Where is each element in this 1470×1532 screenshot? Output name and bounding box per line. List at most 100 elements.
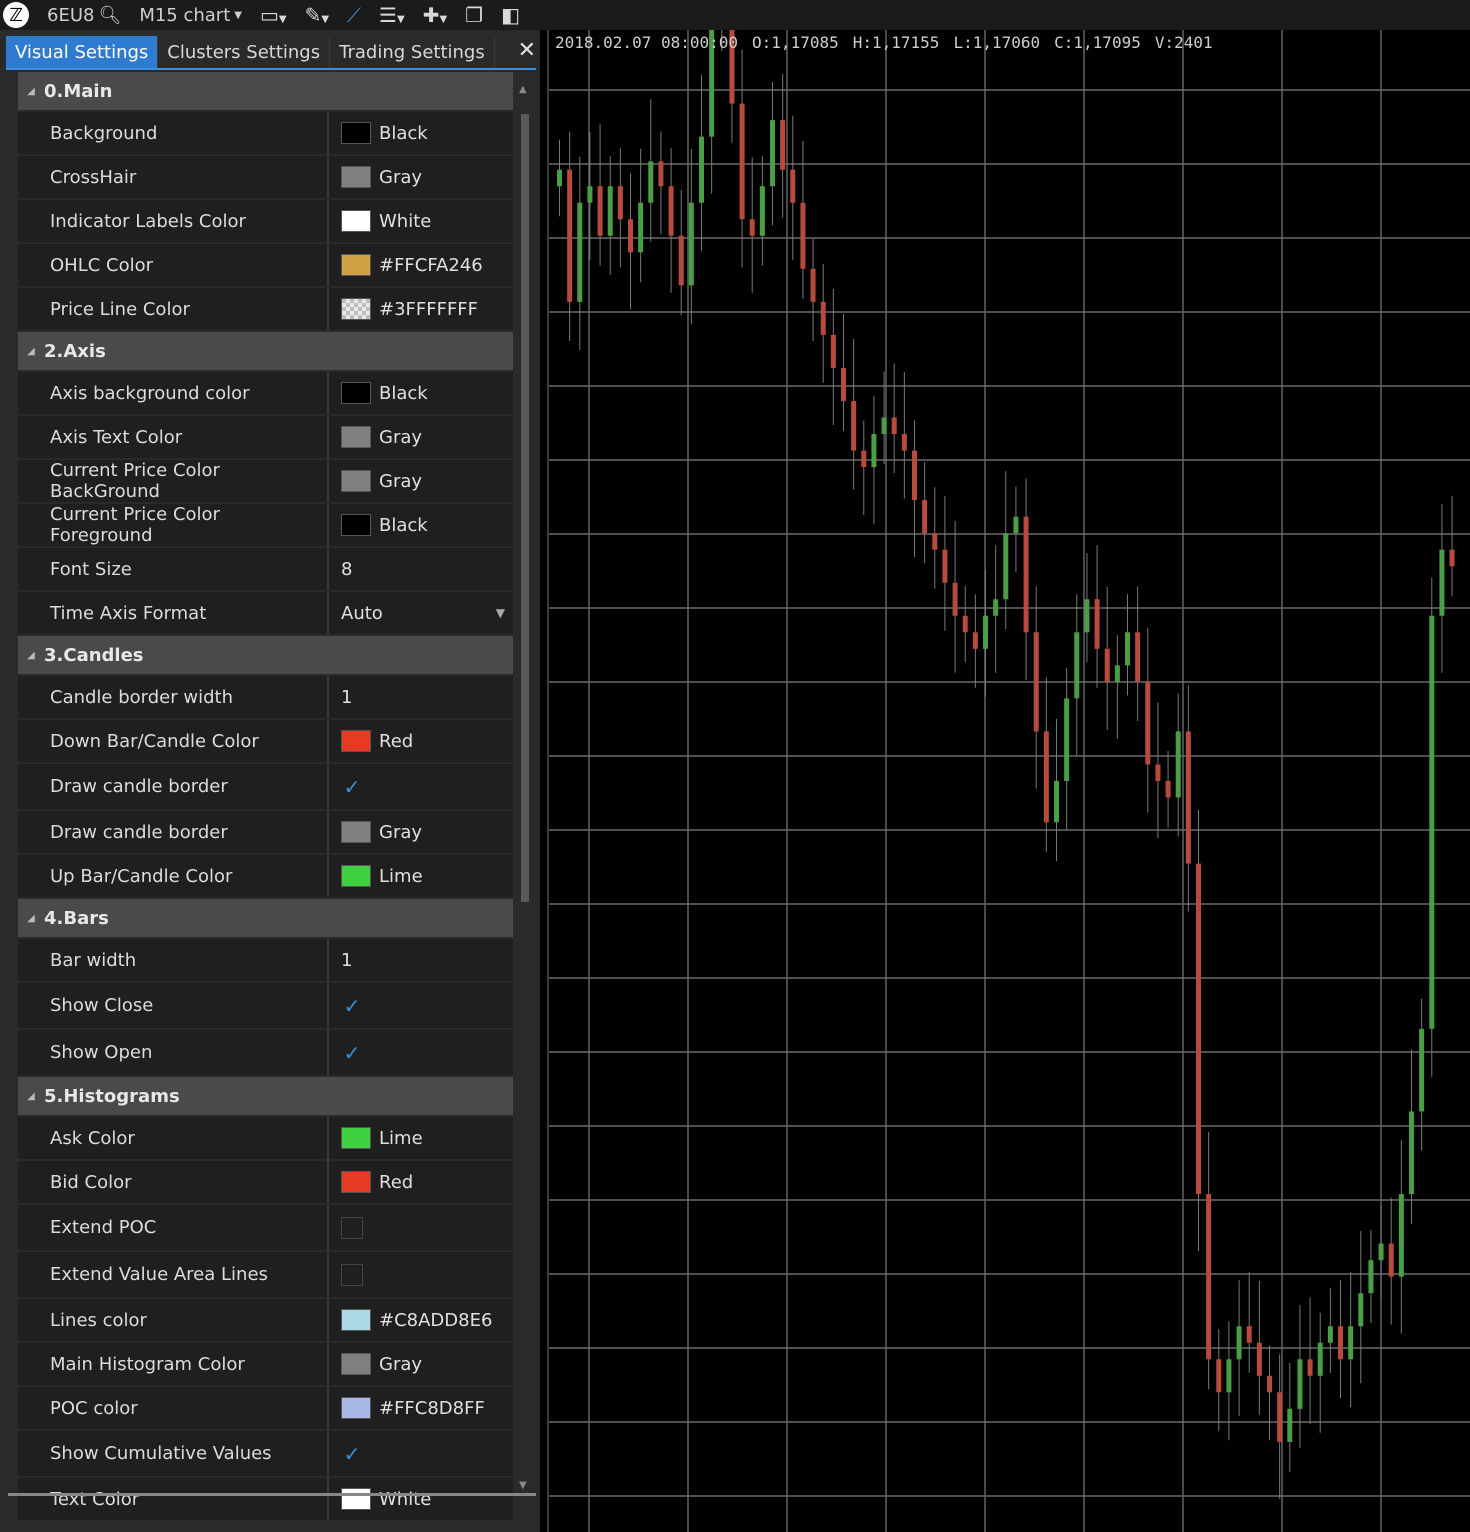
checkbox-checked[interactable]: ✓ <box>341 775 363 799</box>
candle-down <box>851 400 857 451</box>
property-value[interactable]: Auto ▼ <box>329 592 513 634</box>
property-value[interactable]: 1 <box>329 939 513 981</box>
crosshair-plus-icon[interactable]: ✚▼ <box>423 3 447 27</box>
collapse-triangle-icon[interactable]: ◢ <box>18 346 44 357</box>
scrollbar-thumb[interactable] <box>521 114 529 902</box>
property-value[interactable]: ✓ <box>329 764 513 809</box>
property-value[interactable]: Gray <box>329 460 513 502</box>
property-value[interactable]: #C8ADD8E6 <box>329 1299 513 1341</box>
window-icon[interactable]: ❐ <box>465 3 483 27</box>
section-header[interactable]: ◢ 2.Axis <box>18 332 513 370</box>
color-swatch[interactable] <box>341 865 371 887</box>
candlestick-chart[interactable] <box>549 30 1470 1532</box>
property-value[interactable]: ✓ <box>329 1431 513 1476</box>
property-value[interactable] <box>329 1252 513 1297</box>
search-icon[interactable]: 🔍︎ <box>98 5 121 26</box>
property-label: Draw candle border <box>18 811 329 853</box>
collapse-triangle-icon[interactable]: ◢ <box>18 1091 44 1102</box>
checkbox-checked[interactable]: ✓ <box>341 994 363 1018</box>
price-chart[interactable]: 2018.02.07 08:00:00 O:1,17085 H:1,17155 L:1… <box>547 30 1470 1532</box>
candle-down <box>1023 516 1029 633</box>
candle-down <box>1246 1326 1252 1343</box>
property-value[interactable] <box>329 1205 513 1250</box>
section-header[interactable]: ◢ 3.Candles <box>18 636 513 674</box>
color-swatch[interactable] <box>341 730 371 752</box>
tab-visual-settings[interactable]: Visual Settings <box>6 36 159 68</box>
color-swatch[interactable] <box>341 1353 371 1375</box>
property-value[interactable]: 1 <box>329 676 513 718</box>
checkbox-unchecked[interactable] <box>341 1263 363 1286</box>
section-header[interactable]: ◢ 4.Bars <box>18 899 513 937</box>
chevron-down-icon[interactable]: ▼ <box>496 606 505 620</box>
checkbox-checked[interactable]: ✓ <box>341 1041 363 1065</box>
property-value[interactable]: #3FFFFFFF <box>329 288 513 330</box>
color-swatch[interactable] <box>341 426 371 448</box>
color-swatch[interactable] <box>341 1488 371 1510</box>
color-value-text: Red <box>379 1171 414 1193</box>
tab-trading-settings[interactable]: Trading Settings <box>330 36 495 68</box>
scroll-down-icon[interactable]: ▼ <box>519 1480 527 1491</box>
property-value[interactable]: Red <box>329 720 513 762</box>
display-icon[interactable]: ▭▼ <box>260 3 287 27</box>
property-value[interactable]: Gray <box>329 1343 513 1385</box>
section-title: 5.Histograms <box>44 1085 180 1107</box>
checkbox-checked[interactable]: ✓ <box>341 1442 363 1466</box>
property-value[interactable]: White <box>329 200 513 242</box>
color-swatch[interactable] <box>341 1127 371 1149</box>
property-value[interactable]: Gray <box>329 156 513 198</box>
property-value[interactable]: Lime <box>329 1117 513 1159</box>
collapse-triangle-icon[interactable]: ◢ <box>18 650 44 661</box>
collapse-triangle-icon[interactable]: ◢ <box>18 913 44 924</box>
color-swatch[interactable] <box>341 1171 371 1193</box>
color-swatch[interactable] <box>341 254 371 276</box>
color-swatch[interactable] <box>341 514 371 536</box>
property-value[interactable]: White <box>329 1478 513 1520</box>
property-value[interactable]: ✓ <box>329 983 513 1028</box>
property-value[interactable]: Red <box>329 1161 513 1203</box>
property-value[interactable]: 8 <box>329 548 513 590</box>
tab-clusters-settings[interactable]: Clusters Settings <box>158 36 331 68</box>
scroll-up-icon[interactable]: ▲ <box>519 84 527 95</box>
color-swatch[interactable] <box>341 470 371 492</box>
chart-type-dropdown[interactable]: M15 chart ▼ <box>139 5 242 26</box>
property-value[interactable]: Gray <box>329 811 513 853</box>
property-row: Text Color White <box>18 1478 513 1520</box>
property-value[interactable]: ✓ <box>329 1030 513 1075</box>
color-swatch[interactable] <box>341 166 371 188</box>
align-icon[interactable]: ☰▼ <box>379 3 405 27</box>
color-swatch[interactable] <box>341 821 371 843</box>
collapse-triangle-icon[interactable]: ◢ <box>18 86 44 97</box>
chart-line-icon[interactable]: ⟋ <box>347 3 361 27</box>
close-icon[interactable]: ✕ <box>518 38 536 63</box>
property-value[interactable]: Black <box>329 372 513 414</box>
pencil-icon[interactable]: ✎▼ <box>305 3 329 27</box>
property-value[interactable]: #FFCFA246 <box>329 244 513 286</box>
section-header[interactable]: ◢ 0.Main <box>18 72 513 110</box>
property-value[interactable]: Lime <box>329 855 513 897</box>
color-value-text: Gray <box>379 821 423 843</box>
color-swatch[interactable] <box>341 210 371 232</box>
instrument-selector[interactable]: 6EU8 🔍︎ <box>47 5 121 26</box>
property-value[interactable]: Black <box>329 504 513 546</box>
color-swatch[interactable] <box>341 382 371 404</box>
candle-up <box>983 615 988 649</box>
color-swatch[interactable] <box>341 1397 371 1419</box>
scrollbar[interactable]: ▲ ▼ <box>518 82 532 1522</box>
color-swatch[interactable] <box>341 1309 371 1331</box>
section-header[interactable]: ◢ 5.Histograms <box>18 1077 513 1115</box>
logo-icon[interactable]: ℤ <box>3 2 29 28</box>
ohlc-close: C:1,17095 <box>1054 33 1141 52</box>
color-swatch[interactable] <box>341 298 371 320</box>
property-value[interactable]: Gray <box>329 416 513 458</box>
color-swatch[interactable] <box>341 122 371 144</box>
candle-up <box>759 186 765 236</box>
property-value[interactable]: #FFC8D8FF <box>329 1387 513 1429</box>
property-label: Current Price Color Foreground <box>18 504 329 546</box>
property-value[interactable]: Black <box>329 112 513 154</box>
text-value: 8 <box>341 558 353 580</box>
candle-up <box>648 161 654 203</box>
candle-up <box>1064 698 1070 781</box>
checkbox-unchecked[interactable] <box>341 1216 363 1239</box>
candle-down <box>1307 1359 1313 1376</box>
layout-icon[interactable]: ◧ <box>501 3 520 27</box>
